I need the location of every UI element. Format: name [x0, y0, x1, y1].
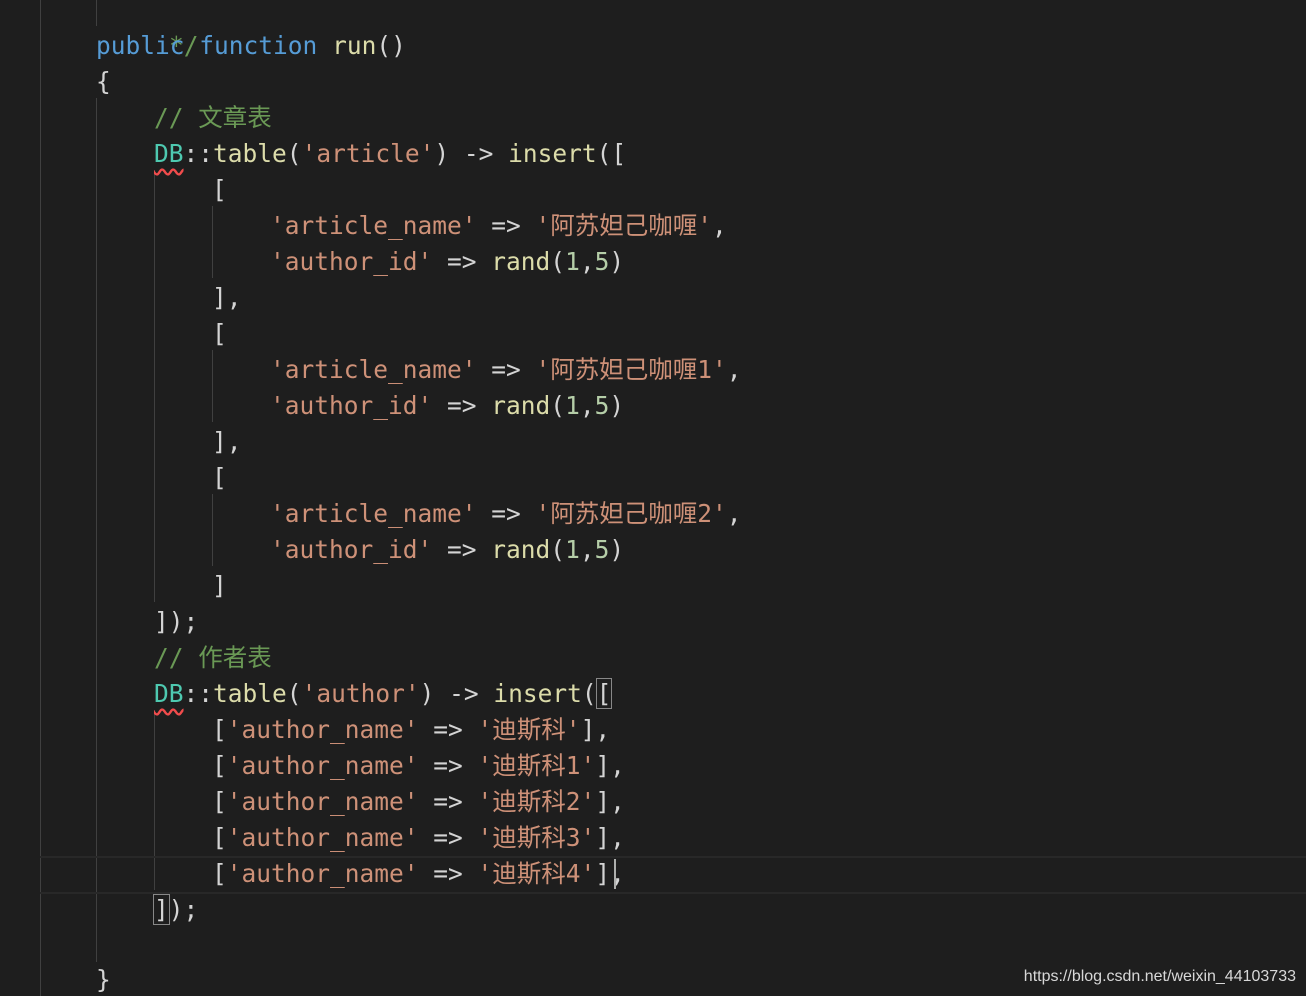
code-line[interactable]: ['author_name' => '迪斯科4'], — [212, 856, 625, 892]
comment-author: // 作者表 — [154, 643, 272, 672]
class-db: DB — [154, 679, 184, 708]
code-line[interactable]: ['author_name' => '迪斯科'], — [212, 712, 610, 748]
rand-max: 5 — [594, 247, 610, 276]
matched-bracket: [ — [595, 678, 613, 709]
key-author-id: 'author_id' — [270, 535, 433, 564]
key-author-name: 'author_name' — [226, 751, 419, 780]
method-insert: insert — [508, 139, 597, 168]
code-line[interactable]: 'article_name' => '阿苏妲己咖喱2', — [270, 496, 742, 532]
code-line[interactable]: */ — [110, 0, 199, 60]
method-table: table — [213, 679, 287, 708]
code-line[interactable]: 'article_name' => '阿苏妲己咖喱1', — [270, 352, 742, 388]
code-line[interactable]: // 文章表 — [154, 100, 272, 136]
article-value: '阿苏妲己咖喱1' — [535, 355, 727, 384]
class-db: DB — [154, 139, 184, 168]
code-line[interactable]: } — [96, 962, 111, 996]
code-line[interactable]: ], — [212, 280, 242, 316]
author-value: '迪斯科4' — [477, 859, 596, 888]
function-name: run — [332, 31, 377, 60]
code-line[interactable]: ['author_name' => '迪斯科2'], — [212, 784, 625, 820]
author-value: '迪斯科1' — [477, 751, 596, 780]
key-author-id: 'author_id' — [270, 391, 433, 420]
code-line[interactable]: ['author_name' => '迪斯科1'], — [212, 748, 625, 784]
comment-article: // 文章表 — [154, 103, 272, 132]
code-line[interactable]: ['author_name' => '迪斯科3'], — [212, 820, 625, 856]
code-line[interactable]: [ — [212, 316, 227, 352]
code-line[interactable]: 'article_name' => '阿苏妲己咖喱', — [270, 208, 727, 244]
keyword-public: public — [96, 31, 185, 60]
indent-guide — [212, 494, 213, 566]
function-rand: rand — [491, 535, 551, 564]
table-name-article: 'article' — [301, 139, 435, 168]
code-line[interactable]: ]); — [153, 892, 198, 928]
code-line[interactable]: 'author_id' => rand(1,5) — [270, 244, 624, 280]
method-insert: insert — [493, 679, 582, 708]
rand-min: 1 — [565, 535, 580, 564]
code-line[interactable]: DB::table('author') -> insert([ — [154, 676, 613, 712]
code-line[interactable]: public function run() — [96, 28, 406, 64]
code-line[interactable]: ]); — [154, 604, 198, 640]
code-line[interactable]: ] — [212, 568, 227, 604]
indent-guide — [212, 206, 213, 278]
indent-guide — [96, 98, 97, 962]
indent-guide — [40, 0, 41, 996]
function-rand: rand — [491, 391, 551, 420]
rand-max: 5 — [594, 391, 610, 420]
code-line[interactable]: DB::table('article') -> insert([ — [154, 136, 626, 172]
keyword-function: function — [199, 31, 318, 60]
code-line[interactable]: [ — [212, 460, 227, 496]
rand-min: 1 — [565, 247, 580, 276]
code-line[interactable]: ], — [212, 424, 242, 460]
author-value: '迪斯科3' — [477, 823, 596, 852]
indent-guide — [154, 170, 155, 602]
code-line[interactable]: { — [96, 64, 111, 100]
key-article-name: 'article_name' — [270, 355, 477, 384]
author-value: '迪斯科2' — [477, 787, 596, 816]
key-author-name: 'author_name' — [226, 787, 419, 816]
article-value: '阿苏妲己咖喱2' — [535, 499, 727, 528]
key-author-name: 'author_name' — [226, 823, 419, 852]
key-article-name: 'article_name' — [270, 211, 477, 240]
key-article-name: 'article_name' — [270, 499, 477, 528]
text-cursor — [614, 859, 616, 889]
code-editor[interactable]: */ public function run() { // 文章表 DB::ta… — [0, 0, 1306, 996]
table-name-author: 'author' — [301, 679, 420, 708]
code-line[interactable]: [ — [212, 172, 227, 208]
matched-bracket: ] — [153, 894, 170, 925]
code-line[interactable]: 'author_id' => rand(1,5) — [270, 532, 624, 568]
watermark-url: https://blog.csdn.net/weixin_44103733 — [1023, 968, 1296, 985]
code-line[interactable]: 'author_id' => rand(1,5) — [270, 388, 624, 424]
key-author-name: 'author_name' — [226, 715, 419, 744]
key-author-id: 'author_id' — [270, 247, 433, 276]
indent-guide — [212, 350, 213, 422]
code-line[interactable]: // 作者表 — [154, 640, 272, 676]
key-author-name: 'author_name' — [226, 859, 419, 888]
article-value: '阿苏妲己咖喱' — [535, 211, 713, 240]
indent-guide — [96, 0, 97, 26]
author-value: '迪斯科' — [477, 715, 581, 744]
rand-min: 1 — [565, 391, 580, 420]
rand-max: 5 — [594, 535, 610, 564]
function-rand: rand — [491, 247, 551, 276]
method-table: table — [213, 139, 287, 168]
